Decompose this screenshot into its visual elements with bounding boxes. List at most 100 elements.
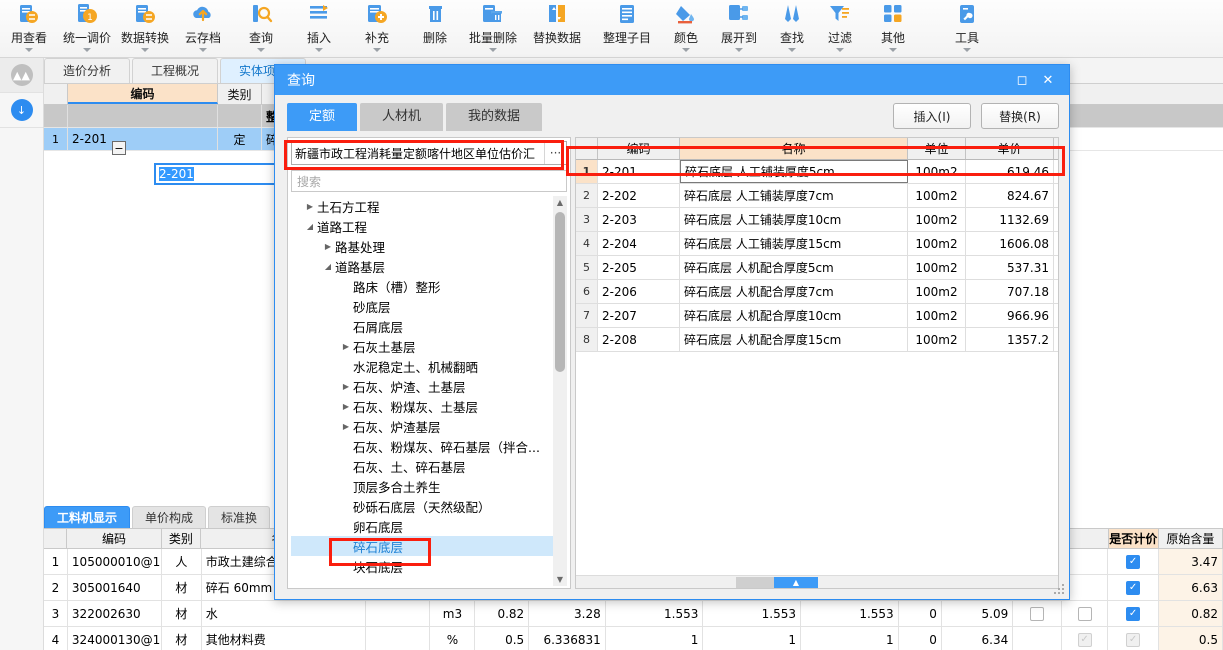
tab-project-overview[interactable]: 工程概况: [132, 58, 219, 83]
search-input[interactable]: 搜索: [291, 170, 567, 192]
table-row[interactable]: 3 322002630 材 水 m3 0.82 3.28 1.553 1.553…: [44, 601, 1223, 627]
tree-node[interactable]: 砂底层: [291, 296, 553, 316]
table-row[interactable]: 6 2-206 碎石底层 人机配合厚度7cm 100m2 707.18: [576, 280, 1058, 304]
tree-node[interactable]: 道路工程: [291, 216, 553, 236]
chevron-right-icon[interactable]: [339, 342, 353, 351]
chevron-right-icon[interactable]: [339, 382, 353, 391]
detail-row-code[interactable]: 324000130@1: [68, 627, 163, 650]
group-expander-toggle[interactable]: −: [112, 141, 126, 155]
table-row[interactable]: 1 2-201 碎石底层 人工铺装厚度5cm 100m2 619.46: [576, 160, 1058, 184]
detail-row-priced[interactable]: ✓: [1108, 601, 1159, 626]
results-row-name[interactable]: 碎石底层 人工铺装厚度5cm: [680, 160, 908, 183]
results-row-code[interactable]: 2-204: [598, 232, 680, 255]
checkbox-unchecked-icon[interactable]: ✓: [1029, 606, 1044, 621]
row-code[interactable]: 2-201: [68, 128, 218, 150]
chevron-down-icon[interactable]: [303, 222, 317, 231]
replace-button[interactable]: 替换(R): [981, 103, 1059, 129]
chevron-right-icon[interactable]: [303, 202, 317, 211]
chevron-down-icon-1[interactable]: [83, 48, 91, 52]
ribbon-button-tools[interactable]: 工具: [938, 0, 996, 52]
detail-row-estimate[interactable]: ✓: [1013, 601, 1062, 626]
ribbon-button-expand-to[interactable]: 展开到: [710, 0, 768, 52]
tree-node[interactable]: 水泥稳定土、机械翻晒: [291, 356, 553, 376]
tab-labor-material-machine[interactable]: 人材机: [360, 103, 444, 131]
chevron-down-icon-16[interactable]: [963, 48, 971, 52]
checkbox-checked-icon[interactable]: ✓: [1126, 606, 1141, 621]
library-selector[interactable]: 新疆市政工程消耗量定额喀什地区单位估价汇 ···: [291, 141, 567, 165]
results-row-code[interactable]: 2-207: [598, 304, 680, 327]
checkbox-checked-icon[interactable]: ✓: [1126, 580, 1141, 595]
chevron-down-icon-6[interactable]: [373, 48, 381, 52]
ribbon-button-delete[interactable]: 删除: [406, 0, 464, 52]
detail-header-category[interactable]: 类别: [162, 529, 202, 548]
tree-node[interactable]: 块石底层: [291, 556, 553, 576]
detail-row-provisional[interactable]: ✓: [1062, 601, 1109, 626]
chevron-right-icon[interactable]: [339, 402, 353, 411]
ribbon-button-3[interactable]: 云存档: [174, 0, 232, 52]
tree-node[interactable]: 顶层多合土养生: [291, 476, 553, 496]
results-row-code[interactable]: 2-205: [598, 256, 680, 279]
tree-node[interactable]: 石灰、炉渣、土基层: [291, 376, 553, 396]
tree-node[interactable]: 石灰、粉煤灰、土基层: [291, 396, 553, 416]
results-row-name[interactable]: 碎石底层 人机配合厚度15cm: [680, 328, 908, 351]
results-row-name[interactable]: 碎石底层 人工铺装厚度7cm: [680, 184, 908, 207]
chevron-down-icon-15[interactable]: [889, 48, 897, 52]
results-header-unit[interactable]: 单位: [908, 138, 966, 159]
detail-row-priced[interactable]: ✓: [1108, 627, 1159, 650]
ribbon-button-batch-delete[interactable]: 批量删除: [464, 0, 522, 52]
ribbon-button-supplement[interactable]: 补充: [348, 0, 406, 52]
table-row[interactable]: 4 2-204 碎石底层 人工铺装厚度15cm 100m2 1606.08: [576, 232, 1058, 256]
chevron-down-icon-12[interactable]: [735, 48, 743, 52]
tree-node[interactable]: 石灰土基层: [291, 336, 553, 356]
chevron-down-icon-13[interactable]: [788, 48, 796, 52]
header-category[interactable]: 类别: [218, 84, 262, 104]
detail-row-code[interactable]: 322002630: [68, 601, 163, 626]
ribbon-button-insert[interactable]: 插入: [290, 0, 348, 52]
ribbon-button-find[interactable]: 查找: [768, 0, 816, 52]
detail-header-code[interactable]: 编码: [67, 529, 162, 548]
chevron-down-icon-3[interactable]: [199, 48, 207, 52]
checkbox-checked-icon[interactable]: ✓: [1126, 554, 1141, 569]
tree-node[interactable]: 路基处理: [291, 236, 553, 256]
tab-my-data[interactable]: 我的数据: [446, 103, 543, 131]
checkbox-unchecked-icon[interactable]: ✓: [1077, 606, 1092, 621]
ribbon-button-filter[interactable]: 过滤: [816, 0, 864, 52]
results-row-name[interactable]: 碎石底层 人机配合厚度5cm: [680, 256, 908, 279]
scroll-down-icon[interactable]: ▼: [553, 573, 567, 586]
detail-row-estimate[interactable]: [1013, 627, 1062, 650]
tree-node[interactable]: 土石方工程: [291, 196, 553, 216]
ribbon-button-1[interactable]: 1 统一调价: [58, 0, 116, 52]
chevron-down-icon-0[interactable]: [25, 48, 33, 52]
tree-node[interactable]: 路床（槽）整形: [291, 276, 553, 296]
results-header-name[interactable]: 名称: [680, 138, 908, 159]
maximize-icon[interactable]: ◻: [1009, 68, 1035, 92]
detail-header-original-content[interactable]: 原始含量: [1159, 529, 1223, 548]
btab-labor-material-machine[interactable]: 工料机显示: [44, 506, 131, 528]
header-code[interactable]: 编码: [68, 84, 218, 104]
scroll-up-icon[interactable]: ▲: [553, 196, 567, 209]
table-row[interactable]: 8 2-208 碎石底层 人机配合厚度15cm 100m2 1357.2: [576, 328, 1058, 352]
chevron-down-icon-5[interactable]: [315, 48, 323, 52]
results-header-code[interactable]: 编码: [598, 138, 680, 159]
chevron-down-icon-8[interactable]: [489, 48, 497, 52]
scrollbar-thumb[interactable]: [555, 212, 565, 372]
detail-row-priced[interactable]: ✓: [1108, 575, 1159, 600]
detail-row-code[interactable]: 305001640: [68, 575, 163, 600]
tree-node-selected[interactable]: 碎石底层: [291, 536, 553, 556]
dialog-titlebar[interactable]: 查询 ◻ ✕: [275, 65, 1069, 95]
results-header-price[interactable]: 单价: [966, 138, 1054, 159]
ellipsis-icon[interactable]: ···: [544, 142, 566, 164]
btab-standard-conversion[interactable]: 标准换: [208, 506, 271, 528]
resize-grip[interactable]: [1054, 584, 1066, 596]
ribbon-button-color[interactable]: 颜色: [662, 0, 710, 52]
chevron-down-icon-4[interactable]: [257, 48, 265, 52]
ribbon-button-organize[interactable]: 整理子目: [592, 0, 662, 52]
tree-node[interactable]: 石灰、粉煤灰、碎石基层（拌合...: [291, 436, 553, 456]
insert-button[interactable]: 插入(I): [893, 103, 971, 129]
results-row-name[interactable]: 碎石底层 人工铺装厚度10cm: [680, 208, 908, 231]
detail-header-priced[interactable]: 是否计价: [1108, 529, 1159, 548]
table-row[interactable]: 4 324000130@1 材 其他材料费 % 0.5 6.336831 1 1…: [44, 627, 1223, 650]
ribbon-button-query[interactable]: 查询: [232, 0, 290, 52]
table-row[interactable]: 2 2-202 碎石底层 人工铺装厚度7cm 100m2 824.67: [576, 184, 1058, 208]
chevron-down-icon[interactable]: [321, 262, 335, 271]
